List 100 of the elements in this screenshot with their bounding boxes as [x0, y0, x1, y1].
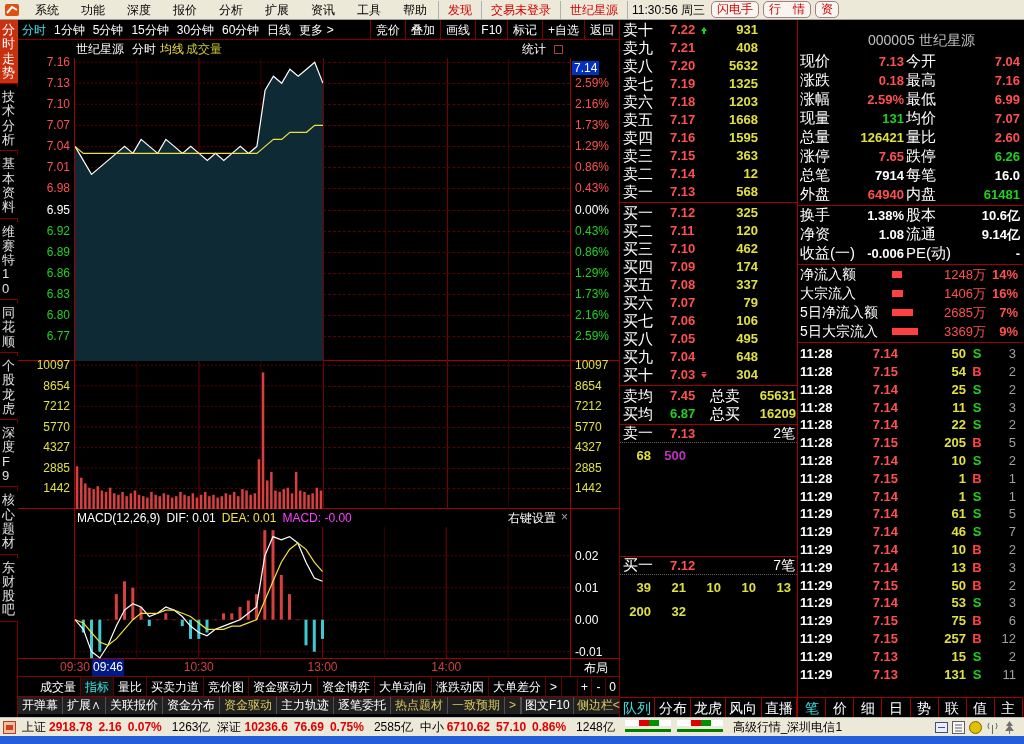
flow-label: 净流入额: [799, 265, 857, 284]
trade-volume: 15: [950, 647, 966, 666]
index-quote: 2.16: [98, 719, 122, 736]
quote-value: 0.18: [877, 71, 905, 90]
order-price: 7.10: [670, 240, 697, 259]
order-label: 卖二: [622, 165, 654, 183]
trade-count: 2: [1007, 451, 1017, 470]
trade-time: 11:28: [799, 362, 834, 381]
axis-label: 0.43%: [575, 181, 610, 196]
order-label: 买八: [622, 330, 654, 348]
index-quote: 1248亿: [576, 719, 615, 736]
quote-label: 涨跌: [799, 70, 831, 91]
queue-order: 500: [664, 448, 686, 463]
trade-price: 7.13: [871, 665, 898, 684]
trade-time: 11:29: [799, 629, 834, 648]
axis-label: 6.92: [46, 223, 70, 238]
flow-amount: 3369万: [943, 322, 986, 341]
trade-volume: 50: [950, 345, 966, 364]
index-quote: 10236.6: [244, 719, 288, 736]
trade-side: B: [971, 558, 983, 577]
order-label: 买四: [622, 258, 654, 276]
order-volume: 1595: [728, 129, 758, 148]
cursor-time-label: 09:46: [92, 659, 125, 676]
axis-label: 0.00: [575, 612, 599, 627]
index-quote: 上证: [22, 719, 46, 736]
quote-label: 外盘: [799, 184, 831, 205]
index-quote: 深证: [217, 719, 242, 736]
axis-label: 0.86%: [575, 160, 610, 175]
order-price: 7.12: [670, 204, 697, 223]
axis-label: 7.16: [46, 55, 70, 70]
axis-label: 6.98: [46, 181, 70, 196]
quote-value: 10.6亿: [980, 206, 1021, 225]
trade-price: 7.14: [871, 505, 898, 524]
trade-time: 11:29: [799, 576, 834, 595]
trade-price: 7.14: [871, 345, 898, 364]
trade-price: 7.14: [871, 523, 898, 542]
queue-order: 10: [741, 580, 756, 595]
trade-side: B: [971, 576, 983, 595]
trade-price: 7.14: [871, 416, 898, 435]
trade-time: 11:29: [799, 523, 834, 542]
axis-label: 6.89: [46, 244, 70, 259]
trade-price: 7.14: [871, 451, 898, 470]
trade-count: 12: [1000, 629, 1017, 648]
order-price: 7.09: [670, 258, 697, 277]
trade-side: B: [971, 629, 983, 648]
quote-value: 1.08: [877, 225, 905, 244]
trade-count: 5: [1007, 505, 1017, 524]
flow-label: 5日净流入额: [799, 303, 879, 322]
trade-time: 11:29: [799, 647, 834, 666]
legend-text: MACD(12,26,9): [77, 511, 161, 525]
quote-label: 跌停: [906, 146, 937, 167]
order-price: 7.14: [670, 165, 697, 184]
trade-side: B: [971, 469, 983, 488]
quote-label: 每笔: [906, 165, 937, 186]
trade-time: 11:28: [799, 434, 834, 453]
quote-label: 涨停: [799, 146, 831, 167]
order-volume: 931: [735, 21, 758, 40]
axis-label: 7.07: [46, 118, 70, 133]
trade-time: 11:29: [799, 594, 834, 613]
quote-value: 7914: [874, 166, 905, 185]
trade-price: 7.14: [871, 398, 898, 417]
trade-count: 2: [1007, 362, 1017, 381]
order-price: 7.07: [670, 294, 697, 313]
average-legend: 均线: [160, 40, 184, 58]
trade-price: 7.13: [871, 647, 898, 666]
trade-price: 7.14: [871, 380, 898, 399]
trade-price: 7.15: [871, 629, 898, 648]
quote-value: 126421: [859, 128, 905, 147]
trade-time: 11:28: [799, 380, 834, 399]
axis-label: 8654: [43, 378, 70, 393]
quote-label: 流通: [906, 224, 937, 245]
order-label: 买七: [622, 312, 654, 330]
index-quote: 2918.78: [49, 719, 93, 736]
order-price: 7.04: [670, 348, 697, 367]
axis-label: 7.04: [46, 139, 70, 154]
total-volume: 16209: [758, 405, 796, 424]
order-price: 7.13: [670, 183, 697, 202]
index-quote: 6710.62: [446, 719, 491, 736]
order-price: 7.06: [670, 312, 697, 331]
trade-side: S: [971, 451, 983, 470]
order-label: 买三: [622, 240, 654, 258]
trade-side: S: [971, 487, 983, 506]
axis-label: 6.83: [46, 286, 70, 301]
order-label: 买九: [622, 348, 654, 366]
clock-text: 11:30:56 周三: [627, 0, 710, 19]
trade-time: 11:29: [799, 612, 834, 631]
queue-order: 200: [629, 604, 651, 619]
trade-price: 7.15: [871, 362, 898, 381]
trade-volume: 1: [957, 469, 966, 488]
order-price: 7.22: [670, 21, 697, 40]
axis-label: 10097: [36, 358, 70, 373]
time-label: 10:30: [183, 660, 214, 675]
quote-value: 1.38%: [866, 206, 905, 225]
trade-count: 5: [1007, 434, 1017, 453]
order-label: 买六: [622, 294, 654, 312]
order-label: 卖均: [622, 385, 654, 406]
axis-label: 2.59%: [575, 76, 610, 91]
trade-side: B: [971, 434, 983, 453]
trade-price: 7.15: [871, 612, 898, 631]
quote-label: 总笔: [799, 165, 831, 186]
